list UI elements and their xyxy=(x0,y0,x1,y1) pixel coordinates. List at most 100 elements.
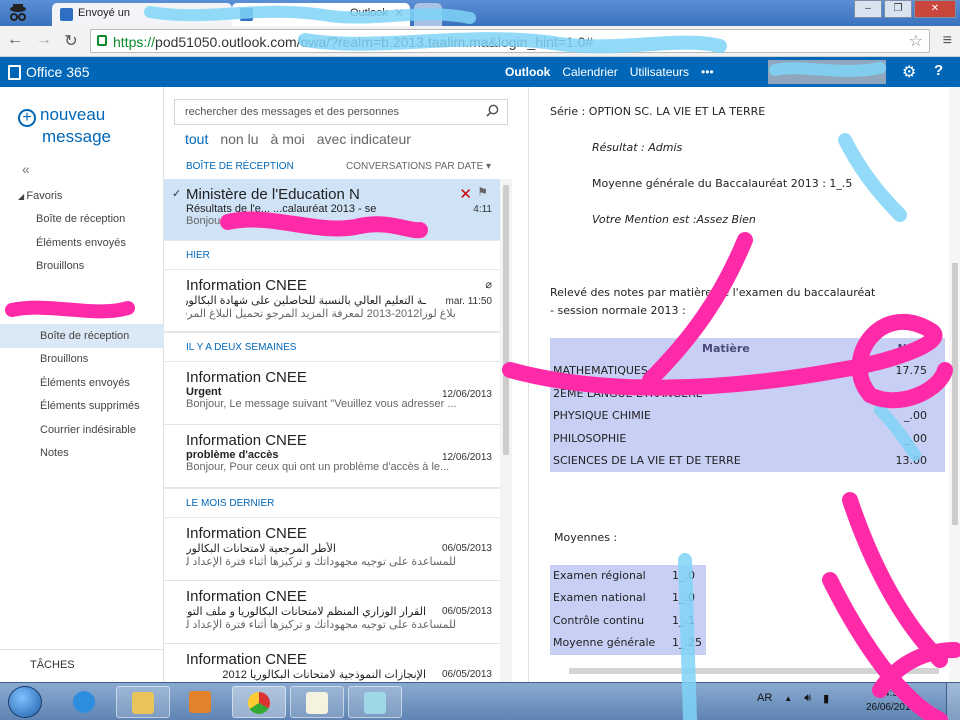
minimize-button[interactable]: – xyxy=(854,0,882,18)
address-bar[interactable]: https://pod51050.outlook.com/owa/?realm=… xyxy=(90,29,930,53)
message-date: 4:11 xyxy=(473,204,492,215)
gear-icon[interactable]: ⚙ xyxy=(902,62,916,82)
message-subject: Résultats de l'e... ...calauréat 2013 - … xyxy=(186,203,377,215)
serie-line: Série : OPTION SC. LA VIE ET LA TERRE xyxy=(550,105,766,118)
facebook-icon xyxy=(60,8,73,21)
show-desktop-button[interactable] xyxy=(946,683,960,720)
reload-icon[interactable]: ↻ xyxy=(61,31,81,51)
reading-pane-scrollbar[interactable] xyxy=(949,87,960,682)
url-scheme: https:// xyxy=(113,34,156,50)
favorites-label: Favoris xyxy=(26,190,63,202)
system-tray: AR ▲ 🔊︎ ▮ xyxy=(757,692,829,705)
search-input[interactable]: rechercher des messages et des personnes xyxy=(174,99,508,125)
user-account-button[interactable] xyxy=(768,60,886,84)
message-list-pane: rechercher des messages et des personnes… xyxy=(164,87,528,682)
back-arrow-icon[interactable]: ← xyxy=(5,31,25,49)
url-text: pod51050.outlook.com/owa/?realm=b.2013.t… xyxy=(155,34,594,50)
taskbar-explorer[interactable] xyxy=(116,686,170,718)
system-clock[interactable]: 04:53 26/06/2013 xyxy=(852,687,930,715)
list-item[interactable]: Information CNEE Urgent Bonjour, Le mess… xyxy=(164,362,500,425)
new-message-button[interactable]: + nouveau message xyxy=(18,105,111,147)
message-list-scrollbar[interactable] xyxy=(500,179,512,682)
clock-time: 04:53 xyxy=(878,688,904,699)
divider xyxy=(0,649,164,650)
new-message-line1: nouveau xyxy=(40,105,106,124)
folder-junk[interactable]: Courrier indésirable xyxy=(40,424,136,436)
folder-drafts[interactable]: Brouillons xyxy=(40,353,88,365)
sort-label: CONVERSATIONS PAR DATE xyxy=(346,161,484,172)
releve-line-2: - session normale 2013 : xyxy=(550,304,686,317)
taskbar-chrome[interactable] xyxy=(232,686,286,718)
table-row: 2EME LANGUE ETRANGERE xyxy=(550,383,945,405)
fav-inbox[interactable]: Boîte de réception xyxy=(36,213,125,225)
new-tab-button[interactable] xyxy=(414,3,442,26)
horizontal-scrollbar[interactable] xyxy=(569,668,939,674)
tray-expand-icon[interactable]: ▲ xyxy=(784,692,792,705)
grade-subject: PHYSIQUE CHIMIE xyxy=(553,409,651,423)
message-sender: Information CNEE xyxy=(186,588,307,605)
folder-notes[interactable]: Notes xyxy=(40,447,69,459)
list-item[interactable]: Information CNEE ـة التعليم العالي بالنس… xyxy=(164,270,500,332)
tab-sent-label: Envoyé un xyxy=(78,7,130,19)
message-preview: للمساعدة على توجيه مجهوداتك و تركيزها أث… xyxy=(186,556,456,568)
collapse-pane-button[interactable]: « xyxy=(22,161,30,177)
message-subject: ـة التعليم العالي بالنسبة للحاصلين على ش… xyxy=(186,295,426,307)
help-button[interactable]: ? xyxy=(934,62,943,79)
bookmark-star-icon[interactable]: ☆ xyxy=(909,31,923,51)
folder-inbox[interactable]: Boîte de réception xyxy=(40,330,129,342)
list-item[interactable]: Information CNEE الإنجازات النموذجية لام… xyxy=(164,644,500,682)
taskbar-chart-app[interactable] xyxy=(290,686,344,718)
start-button[interactable] xyxy=(8,686,42,718)
maximize-button[interactable]: ❐ xyxy=(884,0,912,18)
volume-icon[interactable]: 🔊︎ xyxy=(804,692,811,705)
message-date: 12/06/2013 xyxy=(441,452,492,463)
language-indicator[interactable]: AR xyxy=(757,692,772,705)
nav-outlook[interactable]: Outlook xyxy=(505,65,550,79)
read-check-icon: ✓ xyxy=(172,188,182,200)
list-item[interactable]: ✓ Ministère de l'Education N Résultats d… xyxy=(164,179,500,241)
filter-to-me[interactable]: à moi xyxy=(271,131,305,147)
message-sender: Information CNEE xyxy=(186,651,307,668)
filter-all[interactable]: tout xyxy=(185,131,208,147)
scrollbar-thumb[interactable] xyxy=(503,185,509,455)
avg-label: Contrôle continu xyxy=(553,613,645,627)
nav-users[interactable]: Utilisateurs xyxy=(630,65,689,79)
search-icon[interactable] xyxy=(486,104,499,117)
favorites-header[interactable]: ◢ Favoris xyxy=(18,190,62,202)
tab-outlook[interactable]: Outlook ✕ xyxy=(232,3,410,26)
hamburger-menu-icon[interactable]: ≡ xyxy=(943,32,952,50)
taskbar-notepad[interactable] xyxy=(348,686,402,718)
list-item[interactable]: Information CNEE الأطر المرجعية لامتحانا… xyxy=(164,518,500,581)
fav-drafts[interactable]: Brouillons xyxy=(36,260,84,272)
scrollbar-thumb[interactable] xyxy=(952,263,958,525)
filter-unread[interactable]: non lu xyxy=(220,131,258,147)
nav-calendar[interactable]: Calendrier xyxy=(562,65,617,79)
close-window-button[interactable]: ✕ xyxy=(914,0,956,18)
sort-dropdown[interactable]: CONVERSATIONS PAR DATE ▾ xyxy=(346,161,491,172)
office365-logo[interactable]: Office 365 xyxy=(8,64,90,80)
nav-more[interactable]: ••• xyxy=(701,65,714,79)
filter-bar: tout non lu à moi avec indicateur xyxy=(185,131,411,147)
taskbar-media[interactable] xyxy=(174,686,228,718)
tasks-link[interactable]: TÂCHES xyxy=(30,659,75,671)
tab-close-icon[interactable]: ✕ xyxy=(394,6,404,20)
folder-deleted[interactable]: Éléments supprimés xyxy=(40,400,140,412)
browser-tab-strip: Envoyé un Outlook ✕ – ❐ ✕ xyxy=(0,0,960,26)
window-controls: – ❐ ✕ xyxy=(852,0,956,18)
flag-icon[interactable]: ⚑ xyxy=(477,185,488,199)
table-row: PHYSIQUE CHIMIE _.00 xyxy=(550,405,945,427)
forward-arrow-icon[interactable]: → xyxy=(34,31,54,49)
delete-icon[interactable]: ✕ xyxy=(459,185,472,203)
releve-line-1: Relevé des notes par matière de l'examen… xyxy=(550,286,876,299)
list-item[interactable]: Information CNEE problème d'accès Bonjou… xyxy=(164,425,500,488)
taskbar-ie[interactable] xyxy=(58,686,112,718)
message-subject: الإنجازات النموذجية لامتحانات البكالوريا… xyxy=(222,669,426,681)
message-subject: Urgent xyxy=(186,386,222,398)
folder-sent[interactable]: Éléments envoyés xyxy=(40,377,130,389)
list-item[interactable]: Information CNEE القرار الوزاري المنظم ل… xyxy=(164,581,500,644)
network-icon[interactable]: ▮ xyxy=(823,692,829,705)
grade-value: 13.00 xyxy=(895,453,928,467)
fav-sent[interactable]: Éléments envoyés xyxy=(36,237,126,249)
tab-sent[interactable]: Envoyé un xyxy=(52,3,232,26)
filter-flagged[interactable]: avec indicateur xyxy=(317,131,411,147)
